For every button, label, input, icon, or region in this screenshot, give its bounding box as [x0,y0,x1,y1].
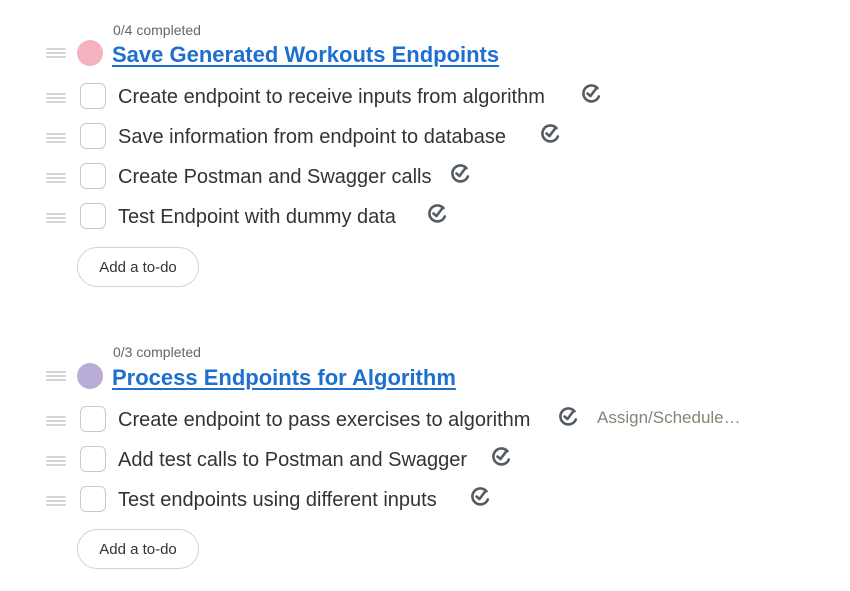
todo-drag-handle-icon[interactable] [46,416,66,426]
list-progress: 0/3 completed [113,344,201,360]
todo-item: Test Endpoint with dummy data [0,198,850,238]
todo-drag-handle-icon[interactable] [46,173,66,183]
todo-checkbox[interactable] [80,446,106,472]
schedule-icon[interactable] [426,203,448,225]
list-title[interactable]: Save Generated Workouts Endpoints [112,42,499,68]
add-todo-button[interactable]: Add a to-do [77,529,199,569]
schedule-icon[interactable] [469,486,491,508]
todo-checkbox[interactable] [80,486,106,512]
list-progress: 0/4 completed [113,22,201,38]
todo-text[interactable]: Create endpoint to receive inputs from a… [118,83,545,111]
todo-item: Create endpoint to pass exercises to alg… [0,401,850,441]
list-drag-handle-icon[interactable] [46,371,66,381]
list-drag-handle-icon[interactable] [46,48,66,58]
todo-item: Add test calls to Postman and Swagger [0,441,850,481]
todo-item: Create Postman and Swagger calls [0,158,850,198]
assign-schedule-link[interactable]: Assign/Schedule… [597,408,741,428]
todo-drag-handle-icon[interactable] [46,213,66,223]
schedule-icon[interactable] [580,83,602,105]
schedule-icon[interactable] [490,446,512,468]
list-color-dot [77,363,103,389]
todo-drag-handle-icon[interactable] [46,456,66,466]
todo-item: Create endpoint to receive inputs from a… [0,78,850,118]
todo-checkbox[interactable] [80,406,106,432]
todo-drag-handle-icon[interactable] [46,133,66,143]
todo-drag-handle-icon[interactable] [46,93,66,103]
todo-text[interactable]: Test endpoints using different inputs [118,486,437,514]
list-title[interactable]: Process Endpoints for Algorithm [112,365,456,391]
todo-drag-handle-icon[interactable] [46,496,66,506]
todo-text[interactable]: Create Postman and Swagger calls [118,163,432,191]
todo-text[interactable]: Save information from endpoint to databa… [118,123,506,151]
todo-item: Test endpoints using different inputs [0,481,850,521]
todo-checkbox[interactable] [80,203,106,229]
schedule-icon[interactable] [449,163,471,185]
schedule-icon[interactable] [557,406,579,428]
todo-text[interactable]: Add test calls to Postman and Swagger [118,446,467,474]
todo-checkbox[interactable] [80,123,106,149]
add-todo-button[interactable]: Add a to-do [77,247,199,287]
todo-item: Save information from endpoint to databa… [0,118,850,158]
list-color-dot [77,40,103,66]
todo-checkbox[interactable] [80,163,106,189]
schedule-icon[interactable] [539,123,561,145]
todo-text[interactable]: Create endpoint to pass exercises to alg… [118,406,530,434]
todo-checkbox[interactable] [80,83,106,109]
todo-text[interactable]: Test Endpoint with dummy data [118,203,396,231]
